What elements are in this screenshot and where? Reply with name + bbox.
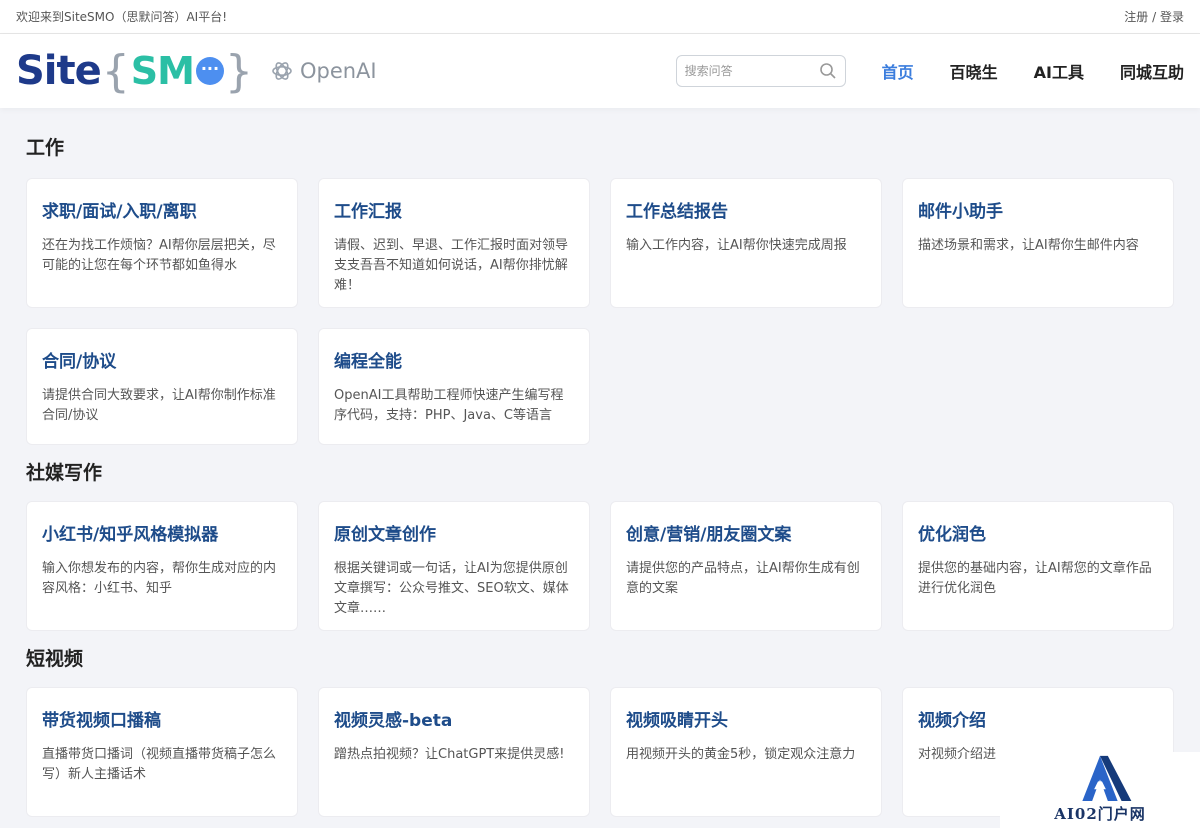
card-video-inspiration[interactable]: 视频灵感-beta 蹭热点拍视频？让ChatGPT来提供灵感! <box>318 687 590 817</box>
auth-links: 注册 / 登录 <box>1124 8 1184 25</box>
card-grid-social: 小红书/知乎风格模拟器 输入你想发布的内容，帮你生成对应的内容风格：小红书、知乎… <box>26 501 1174 631</box>
card-desc: 请提供您的产品特点，让AI帮你生成有创意的文案 <box>626 561 860 596</box>
card-desc: 还在为找工作烦恼？AI帮你层层把关，尽可能的让您在每个环节都如鱼得水 <box>42 238 276 273</box>
card-title: 带货视频口播稿 <box>42 711 161 731</box>
card-desc: 输入你想发布的内容，帮你生成对应的内容风格：小红书、知乎 <box>42 561 277 596</box>
card-title: 优化润色 <box>918 525 986 545</box>
card-title: 工作总结报告 <box>626 202 728 222</box>
site-logo[interactable]: Site { SM ··· } <box>16 45 254 97</box>
card-title: 邮件小助手 <box>918 202 1003 222</box>
auth-separator: / <box>1148 10 1160 24</box>
card-email-helper[interactable]: 邮件小助手 描述场景和需求，让AI帮你生邮件内容 <box>902 178 1174 308</box>
nav-home[interactable]: 首页 <box>882 59 914 83</box>
card-title: 原创文章创作 <box>334 525 436 545</box>
card-video-opening[interactable]: 视频吸睛开头 用视频开头的黄金5秒，锁定观众注意力 <box>610 687 882 817</box>
logo-brace-close: } <box>224 45 253 97</box>
card-desc: 用视频开头的黄金5秒，锁定观众注意力 <box>626 747 856 762</box>
welcome-text: 欢迎来到SiteSMO（思默问答）AI平台! <box>16 10 228 24</box>
card-title: 合同/协议 <box>42 352 117 372</box>
chat-bubble-icon: ··· <box>195 57 224 85</box>
main-content: 工作 求职/面试/入职/离职 还在为找工作烦恼？AI帮你层层把关，尽可能的让您在… <box>0 136 1200 817</box>
section-title-social: 社媒写作 <box>26 462 103 484</box>
card-marketing-copy[interactable]: 创意/营销/朋友圈文案 请提供您的产品特点，让AI帮你生成有创意的文案 <box>610 501 882 631</box>
register-link[interactable]: 注册 <box>1124 10 1148 24</box>
watermark: AI02门户网 <box>1000 752 1200 828</box>
openai-badge: OpenAI <box>270 59 377 83</box>
card-title: 创意/营销/朋友圈文案 <box>626 525 792 545</box>
card-desc: 请假、迟到、早退、工作汇报时面对领导支支吾吾不知道如何说话，AI帮你排忧解难！ <box>334 238 569 293</box>
search-icon[interactable] <box>819 62 837 80</box>
nav-baixiaosheng[interactable]: 百晓生 <box>950 59 998 83</box>
card-xiaohongshu[interactable]: 小红书/知乎风格模拟器 输入你想发布的内容，帮你生成对应的内容风格：小红书、知乎 <box>26 501 298 631</box>
card-title: 视频灵感-beta <box>334 711 453 731</box>
card-title: 视频吸睛开头 <box>626 711 728 731</box>
nav-ai-tools[interactable]: AI工具 <box>1034 59 1084 83</box>
card-desc: 请提供合同大致要求，让AI帮你制作标准合同/协议 <box>42 388 276 423</box>
card-programming[interactable]: 编程全能 OpenAI工具帮助工程师快速产生编写程序代码，支持：PHP、Java… <box>318 328 590 445</box>
card-title: 编程全能 <box>334 352 402 372</box>
card-job[interactable]: 求职/面试/入职/离职 还在为找工作烦恼？AI帮你层层把关，尽可能的让您在每个环… <box>26 178 298 308</box>
card-desc: OpenAI工具帮助工程师快速产生编写程序代码，支持：PHP、Java、C等语言 <box>334 388 564 423</box>
logo-brace-open: { <box>101 45 130 97</box>
card-desc: 根据关键词或一句话，让AI为您提供原创文章撰写：公众号推文、SEO软文、媒体文章… <box>334 561 569 616</box>
card-work-report[interactable]: 工作汇报 请假、迟到、早退、工作汇报时面对领导支支吾吾不知道如何说话，AI帮你排… <box>318 178 590 308</box>
card-grid-work: 求职/面试/入职/离职 还在为找工作烦恼？AI帮你层层把关，尽可能的让您在每个环… <box>26 178 1174 445</box>
card-desc: 描述场景和需求，让AI帮你生邮件内容 <box>918 238 1139 253</box>
card-desc: 输入工作内容，让AI帮你快速完成周报 <box>626 238 847 253</box>
section-title-work: 工作 <box>26 137 65 159</box>
logo-site-text: Site <box>16 48 102 94</box>
nav-local-help[interactable]: 同城互助 <box>1120 59 1184 83</box>
card-polish[interactable]: 优化润色 提供您的基础内容，让AI帮您的文章作品进行优化润色 <box>902 501 1174 631</box>
search-box[interactable] <box>675 55 846 87</box>
card-desc: 提供您的基础内容，让AI帮您的文章作品进行优化润色 <box>918 561 1152 596</box>
site-header: Site { SM ··· } OpenAI 首页 百晓生 AI工具 同城互助 <box>0 34 1200 108</box>
card-original-article[interactable]: 原创文章创作 根据关键词或一句话，让AI为您提供原创文章撰写：公众号推文、SEO… <box>318 501 590 631</box>
section-title-video: 短视频 <box>26 648 84 670</box>
card-title: 工作汇报 <box>334 202 402 222</box>
openai-icon <box>272 62 292 80</box>
watermark-text: AI02门户网 <box>1054 805 1146 823</box>
watermark-logo-icon <box>1082 755 1132 802</box>
card-desc: 蹭热点拍视频？让ChatGPT来提供灵感! <box>334 747 565 762</box>
search-input[interactable] <box>684 64 805 78</box>
logo-smo-text: SM <box>130 49 195 93</box>
openai-label: OpenAI <box>299 59 377 83</box>
card-title: 求职/面试/入职/离职 <box>42 202 197 222</box>
card-title: 小红书/知乎风格模拟器 <box>42 525 219 545</box>
card-work-summary[interactable]: 工作总结报告 输入工作内容，让AI帮你快速完成周报 <box>610 178 882 308</box>
login-link[interactable]: 登录 <box>1160 10 1184 24</box>
main-nav: 首页 百晓生 AI工具 同城互助 <box>882 59 1184 83</box>
card-live-script[interactable]: 带货视频口播稿 直播带货口播词（视频直播带货稿子怎么写）新人主播话术 <box>26 687 298 817</box>
card-desc: 直播带货口播词（视频直播带货稿子怎么写）新人主播话术 <box>42 747 277 782</box>
card-title: 视频介绍 <box>918 711 986 731</box>
top-bar: 欢迎来到SiteSMO（思默问答）AI平台! 注册 / 登录 <box>0 0 1200 34</box>
card-contract[interactable]: 合同/协议 请提供合同大致要求，让AI帮你制作标准合同/协议 <box>26 328 298 445</box>
